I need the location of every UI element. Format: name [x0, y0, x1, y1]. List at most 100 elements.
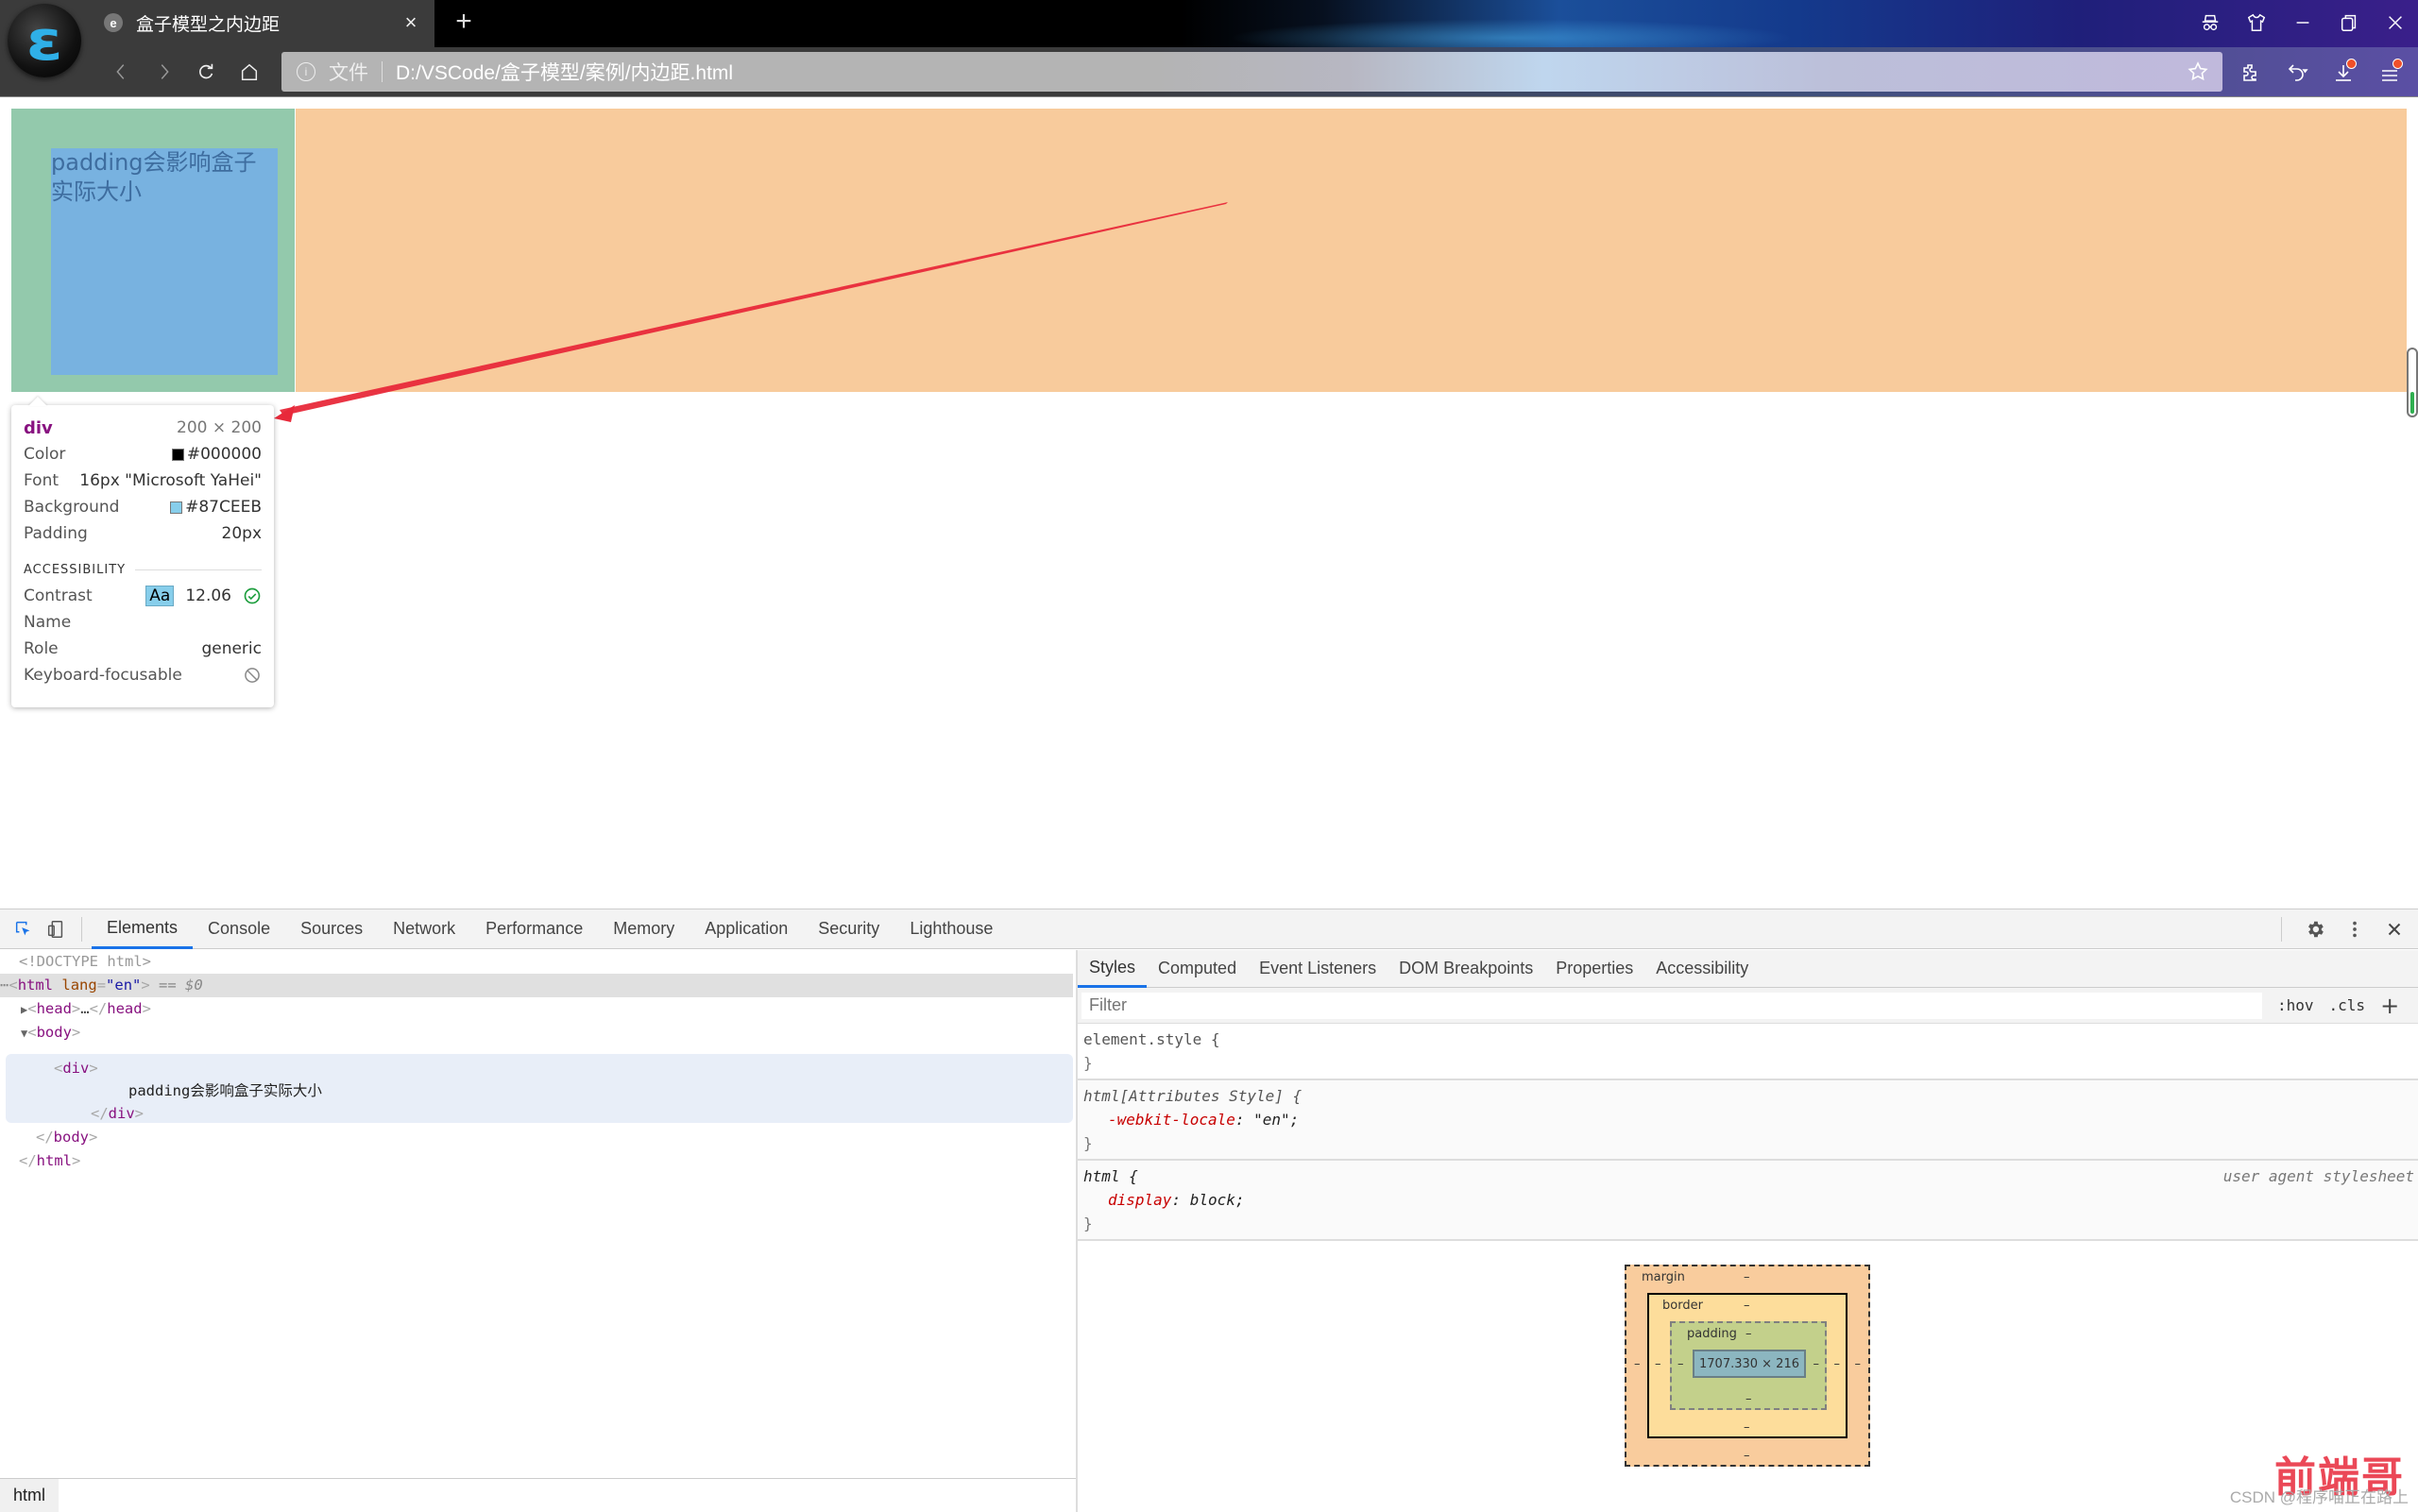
breadcrumb-item-html[interactable]: html [0, 1479, 59, 1512]
scroll-indicator-fill [2410, 392, 2414, 414]
close-devtools-button[interactable] [2378, 913, 2410, 945]
tab-sources[interactable]: Sources [285, 909, 378, 949]
tab-network[interactable]: Network [378, 909, 470, 949]
css-value: block; [1190, 1191, 1245, 1209]
collapsed-ellipsis: … [80, 1000, 89, 1017]
subtab-computed[interactable]: Computed [1147, 950, 1248, 988]
check-circle-icon [243, 586, 262, 605]
box-model-content[interactable]: 1707.330 × 216 [1693, 1350, 1806, 1378]
subtab-styles[interactable]: Styles [1078, 950, 1147, 988]
skin-button[interactable] [2233, 0, 2279, 45]
inspect-element-button[interactable] [8, 913, 40, 945]
node-ellipsis: ⋯ [0, 977, 9, 994]
style-rule-user-agent[interactable]: html { user agent stylesheet display: bl… [1078, 1161, 2418, 1241]
bookmark-star-icon[interactable] [2187, 60, 2209, 83]
dom-node-head[interactable]: ▶<head>…</head> [21, 997, 1094, 1021]
padding-bottom-value[interactable]: – [1745, 1392, 1752, 1406]
subtab-event-listeners[interactable]: Event Listeners [1248, 950, 1388, 988]
incognito-button[interactable] [2187, 0, 2233, 45]
border-right-value[interactable]: – [1834, 1357, 1841, 1371]
rule-close-brace: } [1083, 1212, 2412, 1235]
close-window-button[interactable] [2372, 0, 2418, 45]
home-button[interactable] [232, 55, 266, 89]
dom-text-node[interactable]: padding会影响盒子实际大小 [128, 1079, 1064, 1103]
tab-console[interactable]: Console [193, 909, 285, 949]
border-left-value[interactable]: – [1655, 1357, 1661, 1371]
border-top-value[interactable]: – [1744, 1299, 1750, 1313]
subtab-dom-breakpoints[interactable]: DOM Breakpoints [1388, 950, 1544, 988]
tab-performance[interactable]: Performance [470, 909, 598, 949]
dom-doctype[interactable]: <!DOCTYPE html> [19, 950, 1058, 974]
device-toolbar-button[interactable] [40, 913, 72, 945]
margin-left-value[interactable]: – [1634, 1357, 1641, 1371]
styles-filter-input[interactable] [1081, 993, 2262, 1019]
tab-lighthouse[interactable]: Lighthouse [894, 909, 1008, 949]
style-rule-attributes[interactable]: html[Attributes Style] { -webkit-locale:… [1078, 1080, 2418, 1161]
tab-security[interactable]: Security [803, 909, 894, 949]
home-icon [239, 61, 260, 82]
address-bar[interactable]: i 文件 D:/VSCode/盒子模型/案例/内边距.html [281, 52, 2222, 92]
browser-tab-active[interactable]: e 盒子模型之内边距 × [91, 0, 434, 45]
box-model-margin[interactable]: margin – – – – border – – – – padding – … [1625, 1265, 1870, 1467]
padding-top-value[interactable]: – [1745, 1327, 1752, 1341]
dom-node-body-close[interactable]: </body> [36, 1126, 1109, 1149]
style-rule-element[interactable]: element.style { } [1078, 1024, 2418, 1080]
tab-elements[interactable]: Elements [92, 909, 193, 949]
attr-value: "en" [106, 977, 141, 994]
rule-declaration[interactable]: -webkit-locale: "en"; [1083, 1108, 2412, 1131]
tab-close-icon[interactable]: × [397, 10, 425, 35]
restore-button[interactable] [2325, 0, 2372, 45]
address-url[interactable]: D:/VSCode/盒子模型/案例/内边距.html [396, 58, 733, 86]
subtab-properties[interactable]: Properties [1544, 950, 1644, 988]
tab-application[interactable]: Application [690, 909, 803, 949]
dom-node-body[interactable]: ▼<body> [21, 1021, 1094, 1045]
undo-close-tab-button[interactable] [2281, 57, 2312, 88]
dom-node-html[interactable]: ⋯<html lang="en"> == $0 [0, 974, 1073, 997]
dom-node-div[interactable]: <div> [54, 1057, 1064, 1080]
box-model-padding[interactable]: padding – – – – 1707.330 × 216 [1670, 1321, 1827, 1410]
dom-node-div-close[interactable]: </div> [91, 1102, 1064, 1126]
scroll-indicator[interactable] [2407, 348, 2418, 417]
accessibility-title: ACCESSIBILITY [24, 563, 126, 577]
div-text: padding会影响盒子实际大小 [51, 148, 278, 207]
extensions-button[interactable] [2235, 57, 2266, 88]
tooltip-label: Keyboard-focusable [24, 666, 182, 685]
class-toggle[interactable]: .cls [2329, 996, 2366, 1014]
reload-button[interactable] [189, 55, 223, 89]
dom-node-html-close[interactable]: </html> [19, 1149, 1092, 1173]
rule-declaration[interactable]: display: block; [1083, 1188, 2412, 1212]
minimize-button[interactable] [2279, 0, 2325, 45]
margin-bottom-value[interactable]: – [1744, 1449, 1750, 1463]
tooltip-row-contrast: Contrast Aa 12.06 [24, 583, 262, 609]
margin-top-value[interactable]: – [1744, 1270, 1750, 1284]
accessibility-section-header: ACCESSIBILITY [24, 556, 262, 583]
forward-button[interactable] [147, 55, 181, 89]
address-scheme-label: 文件 [329, 58, 368, 86]
settings-button[interactable] [2299, 913, 2331, 945]
border-bottom-value[interactable]: – [1744, 1420, 1750, 1435]
tooltip-size: 200 × 200 [177, 418, 262, 437]
new-style-rule-button[interactable]: + [2380, 993, 2399, 1019]
menu-button[interactable] [2374, 57, 2405, 88]
tooltip-row-focusable: Keyboard-focusable [24, 662, 262, 688]
tab-memory[interactable]: Memory [598, 909, 690, 949]
box-model-margin-label: margin [1642, 1270, 1685, 1284]
window-controls [2187, 0, 2418, 45]
devtools-panel: Elements Console Sources Network Perform… [0, 909, 2418, 1511]
more-options-button[interactable] [2339, 913, 2371, 945]
info-icon[interactable]: i [297, 62, 315, 81]
box-model-border[interactable]: border – – – – padding – – – – 1707.330 … [1647, 1293, 1848, 1438]
margin-right-value[interactable]: – [1855, 1357, 1862, 1371]
subtab-accessibility[interactable]: Accessibility [1644, 950, 1760, 988]
minimize-icon [2292, 12, 2313, 33]
hover-state-toggle[interactable]: :hov [2277, 996, 2314, 1014]
padding-right-value[interactable]: – [1814, 1357, 1820, 1371]
annotation-arrow-head [274, 405, 295, 422]
inspected-div-padding-overlay[interactable]: padding会影响盒子实际大小 [11, 109, 295, 392]
padding-left-value[interactable]: – [1677, 1357, 1684, 1371]
back-button[interactable] [104, 55, 138, 89]
browser-logo[interactable]: ε [8, 4, 81, 77]
downloads-button[interactable] [2327, 57, 2358, 88]
inspected-div-content[interactable]: padding会影响盒子实际大小 [51, 148, 278, 375]
new-tab-button[interactable]: + [448, 6, 480, 38]
